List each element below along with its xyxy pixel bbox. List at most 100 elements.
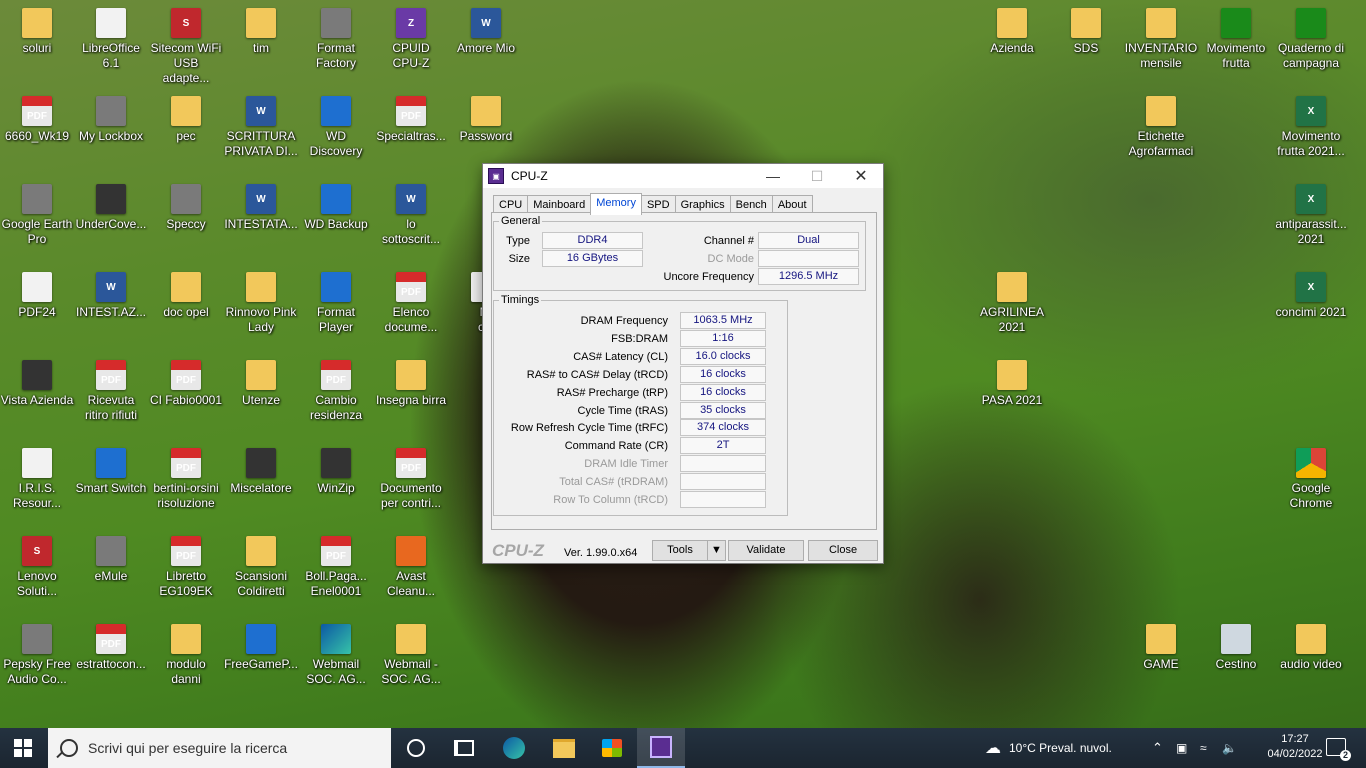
desktop-icon[interactable]: Cestino xyxy=(1199,624,1273,672)
desktop-icon[interactable]: Movimento frutta xyxy=(1199,8,1273,71)
desktop-icon[interactable]: Insegna birra xyxy=(374,360,448,408)
desktop-icon-label: FreeGameP... xyxy=(224,657,298,671)
meet-now-icon[interactable]: ▣ xyxy=(1176,728,1187,768)
desktop-icon[interactable]: PDF Ricevuta ritiro rifiuti xyxy=(74,360,148,423)
edge-taskbar-icon[interactable] xyxy=(490,728,538,768)
close-button[interactable]: Close xyxy=(808,540,878,561)
desktop-icon[interactable]: W INTESTATA... xyxy=(224,184,298,232)
minimize-button[interactable]: — xyxy=(751,164,795,188)
desktop-icon[interactable]: WinZip xyxy=(299,448,373,496)
desktop-icon[interactable]: tim xyxy=(224,8,298,56)
clock[interactable]: 17:27 04/02/2022 xyxy=(1260,732,1330,762)
desktop-icon[interactable]: Miscelatore xyxy=(224,448,298,496)
desktop-icon[interactable]: Webmail - SOC. AG... xyxy=(374,624,448,687)
validate-button[interactable]: Validate xyxy=(728,540,804,561)
wifi-icon[interactable]: ≈ xyxy=(1200,728,1207,768)
desktop-icon[interactable]: Pepsky Free Audio Co... xyxy=(0,624,74,687)
tools-dropdown-icon[interactable]: ▼ xyxy=(707,540,726,561)
desktop-icon[interactable]: Google Earth Pro xyxy=(0,184,74,247)
desktop-icon[interactable]: Smart Switch xyxy=(74,448,148,496)
desktop-icon[interactable]: Scansioni Coldiretti xyxy=(224,536,298,599)
desktop-icon[interactable]: W Amore Mio xyxy=(449,8,523,56)
desktop-icon[interactable]: Xantiparassit... 2021 xyxy=(1274,184,1348,247)
maximize-button[interactable]: ☐ xyxy=(795,164,839,188)
desktop-icon[interactable]: eMule xyxy=(74,536,148,584)
desktop-icon[interactable]: Wlo sottoscrit... xyxy=(374,184,448,247)
desktop-icon-label-line2: mensile xyxy=(1140,56,1182,70)
timing-value: 1063.5 MHz xyxy=(680,312,766,329)
desktop-icon[interactable]: Format Factory xyxy=(299,8,373,71)
desktop-icon[interactable]: Webmail SOC. AG... xyxy=(299,624,373,687)
desktop-icon[interactable]: GAME xyxy=(1124,624,1198,672)
desktop-icon[interactable]: Format Player xyxy=(299,272,373,335)
desktop-icon[interactable]: My Lockbox xyxy=(74,96,148,144)
desktop-icon[interactable]: PDF Specialtras... xyxy=(374,96,448,144)
store-icon[interactable] xyxy=(588,728,636,768)
desktop-icon[interactable]: UnderCove... xyxy=(74,184,148,232)
desktop-icon-label-line2: Discovery xyxy=(309,144,363,158)
desktop-icon[interactable]: Azienda xyxy=(975,8,1049,56)
desktop-icon-label-line2: Resour... xyxy=(12,496,62,510)
desktop-icon[interactable]: PDF estrattocon... xyxy=(74,624,148,672)
search-box[interactable]: Scrivi qui per eseguire la ricerca xyxy=(48,728,391,768)
desktop-icon[interactable]: PDF Boll.Paga... Enel0001 xyxy=(299,536,373,599)
desktop-icon[interactable]: doc opel xyxy=(149,272,223,320)
desktop-icon[interactable]: Vista Azienda xyxy=(0,360,74,408)
chevron-up-icon[interactable]: ⌃ xyxy=(1152,728,1163,768)
desktop-icon[interactable]: WD Backup xyxy=(299,184,373,232)
desktop-icon[interactable]: pec xyxy=(149,96,223,144)
desktop-icon[interactable]: Quaderno di campagna xyxy=(1274,8,1348,71)
file-explorer-icon[interactable] xyxy=(540,728,588,768)
desktop-icon[interactable]: LibreOffice 6.1 xyxy=(74,8,148,71)
desktop-icon[interactable]: PDF24 xyxy=(0,272,74,320)
desktop-icon[interactable]: PASA 2021 xyxy=(975,360,1049,408)
tab-memory[interactable]: Memory xyxy=(590,193,642,215)
desktop-icon[interactable]: Xconcimi 2021 xyxy=(1274,272,1348,320)
desktop-icon[interactable]: Password xyxy=(449,96,523,144)
task-view-icon[interactable] xyxy=(440,728,488,768)
type-value: DDR4 xyxy=(542,232,643,249)
desktop-icon[interactable]: SDS xyxy=(1049,8,1123,56)
desktop-icon[interactable]: Avast Cleanu... xyxy=(374,536,448,599)
desktop-icon-label: GAME xyxy=(1143,657,1179,671)
desktop-icon[interactable]: PDF Documento per contri... xyxy=(374,448,448,511)
desktop-icon[interactable]: INVENTARIO mensile xyxy=(1124,8,1198,71)
desktop-icon[interactable]: Rinnovo Pink Lady xyxy=(224,272,298,335)
timing-value: 2T xyxy=(680,437,766,455)
desktop-icon[interactable]: Z CPUID CPU-Z xyxy=(374,8,448,71)
cortana-icon[interactable] xyxy=(392,728,440,768)
desktop-icon[interactable]: WD Discovery xyxy=(299,96,373,159)
desktop-icon[interactable]: PDF 6660_Wk19 xyxy=(0,96,74,144)
desktop-icon-label: Utenze xyxy=(241,393,281,407)
cpuz-taskbar-icon[interactable] xyxy=(637,728,685,768)
desktop-icon[interactable]: AGRILINEA 2021 xyxy=(975,272,1049,335)
timing-label: Total CAS# (tRDRAM) xyxy=(559,476,668,489)
desktop-icon[interactable]: PDF CI Fabio0001 xyxy=(149,360,223,408)
desktop-icon[interactable]: FreeGameP... xyxy=(224,624,298,672)
title-bar[interactable]: ▣ CPU-Z — ☐ ✕ xyxy=(483,164,883,188)
desktop-icon[interactable]: Speccy xyxy=(149,184,223,232)
tools-button[interactable]: Tools xyxy=(652,540,708,561)
desktop-icon[interactable]: S Lenovo Soluti... xyxy=(0,536,74,599)
desktop-icon[interactable]: PDF Elenco docume... xyxy=(374,272,448,335)
desktop-icon[interactable]: PDF Cambio residenza xyxy=(299,360,373,423)
weather-widget[interactable]: ☁ 10°C Preval. nuvol. xyxy=(985,728,1112,768)
desktop-icon[interactable]: PDF Libretto EG109EK xyxy=(149,536,223,599)
desktop-icon[interactable]: Google Chrome xyxy=(1274,448,1348,511)
desktop-icon[interactable]: Etichette Agrofarmaci xyxy=(1124,96,1198,159)
close-window-button[interactable]: ✕ xyxy=(839,164,883,188)
desktop-icon[interactable]: I.R.I.S. Resour... xyxy=(0,448,74,511)
desktop-icon[interactable]: X Movimento frutta 2021... xyxy=(1274,96,1348,159)
volume-icon[interactable]: 🔈 xyxy=(1222,728,1237,768)
desktop-icon[interactable]: S Sitecom WiFi USB adapte... xyxy=(149,8,223,86)
desktop-icon[interactable]: audio video xyxy=(1274,624,1348,672)
desktop-icon[interactable]: modulo danni xyxy=(149,624,223,687)
notification-icon[interactable]: 2 xyxy=(1326,738,1351,761)
start-button[interactable] xyxy=(14,739,32,757)
desktop-icon[interactable]: W INTEST.AZ... xyxy=(74,272,148,320)
desktop-icon[interactable]: Utenze xyxy=(224,360,298,408)
desktop-icon-label-line2: 2021 xyxy=(998,320,1026,334)
desktop-icon[interactable]: PDF bertini-orsini risoluzione xyxy=(149,448,223,511)
desktop-icon[interactable]: soluri xyxy=(0,8,74,56)
desktop-icon[interactable]: W SCRITTURA PRIVATA DI... xyxy=(224,96,298,159)
